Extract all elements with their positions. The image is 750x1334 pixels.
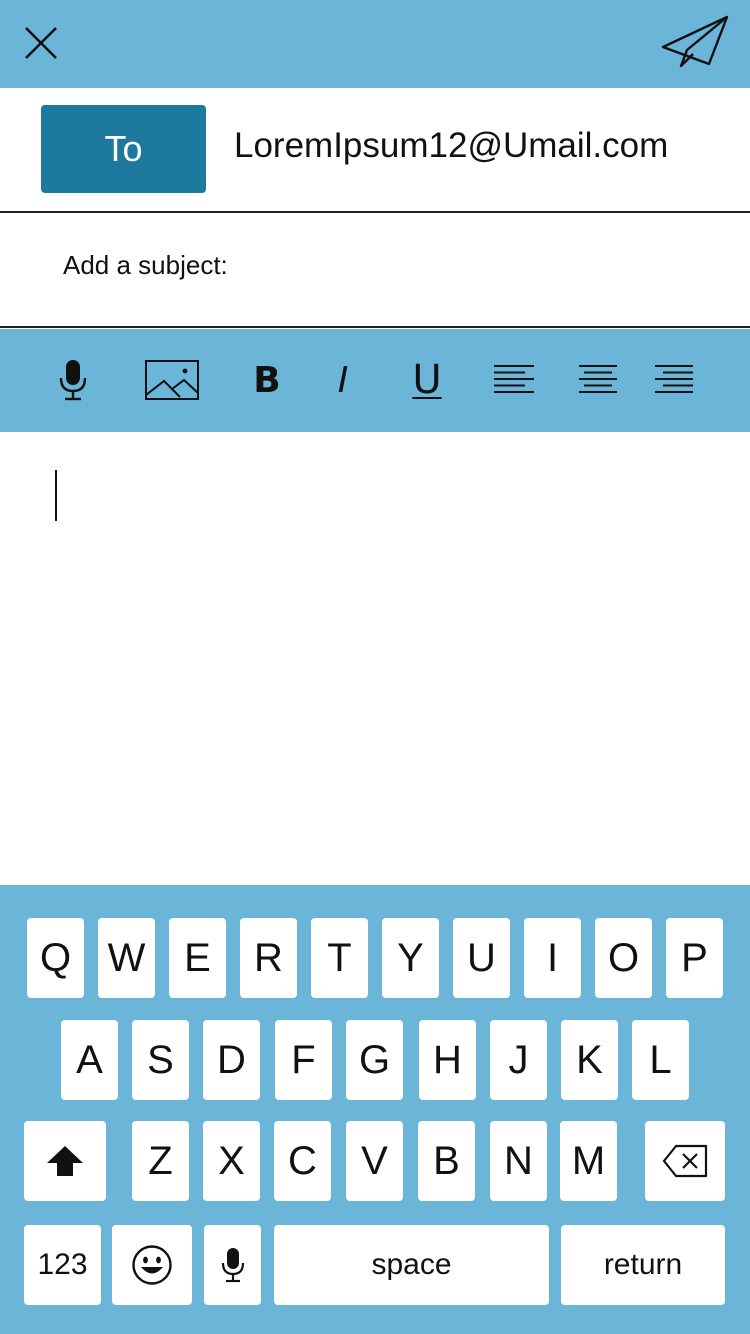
backspace-icon bbox=[662, 1144, 708, 1178]
send-icon bbox=[661, 15, 729, 68]
emoji-key[interactable] bbox=[112, 1225, 192, 1305]
text-caret bbox=[55, 470, 57, 521]
key-h[interactable]: H bbox=[419, 1020, 476, 1100]
key-t[interactable]: T bbox=[311, 918, 368, 998]
underline-button[interactable]: U bbox=[406, 351, 448, 409]
key-j[interactable]: J bbox=[490, 1020, 547, 1100]
shift-key[interactable] bbox=[24, 1121, 106, 1201]
key-x[interactable]: X bbox=[203, 1121, 260, 1201]
key-f[interactable]: F bbox=[275, 1020, 332, 1100]
key-k[interactable]: K bbox=[561, 1020, 618, 1100]
key-u[interactable]: U bbox=[453, 918, 510, 998]
key-n[interactable]: N bbox=[490, 1121, 547, 1201]
key-a[interactable]: A bbox=[61, 1020, 118, 1100]
key-s[interactable]: S bbox=[132, 1020, 189, 1100]
shift-arrow-icon bbox=[47, 1146, 83, 1176]
align-left-button[interactable] bbox=[492, 351, 536, 409]
bold-button[interactable]: B bbox=[248, 351, 286, 409]
formatting-toolbar: B I U bbox=[0, 329, 750, 432]
recipient-row: To LoremIpsum12@Umail.com bbox=[0, 88, 750, 213]
microphone-icon bbox=[59, 360, 87, 401]
key-w[interactable]: W bbox=[98, 918, 155, 998]
message-body-input[interactable] bbox=[0, 432, 750, 885]
align-center-button[interactable] bbox=[577, 351, 619, 409]
key-z[interactable]: Z bbox=[132, 1121, 189, 1201]
delete-key[interactable] bbox=[645, 1121, 725, 1201]
space-key[interactable]: space bbox=[274, 1225, 549, 1305]
close-button[interactable] bbox=[20, 22, 64, 66]
send-button[interactable] bbox=[660, 14, 732, 70]
key-d[interactable]: D bbox=[203, 1020, 260, 1100]
key-m[interactable]: M bbox=[560, 1121, 617, 1201]
numbers-key[interactable]: 123 bbox=[24, 1225, 101, 1305]
key-g[interactable]: G bbox=[346, 1020, 403, 1100]
to-button[interactable]: To bbox=[41, 105, 206, 193]
key-y[interactable]: Y bbox=[382, 918, 439, 998]
microphone-icon bbox=[221, 1248, 244, 1283]
key-l[interactable]: L bbox=[632, 1020, 689, 1100]
key-v[interactable]: V bbox=[346, 1121, 403, 1201]
key-e[interactable]: E bbox=[169, 918, 226, 998]
align-center-icon bbox=[579, 365, 617, 393]
key-q[interactable]: Q bbox=[27, 918, 84, 998]
return-key[interactable]: return bbox=[561, 1225, 725, 1305]
emoji-smiley-icon bbox=[132, 1245, 172, 1285]
dictation-key[interactable] bbox=[204, 1225, 261, 1305]
align-left-icon bbox=[494, 365, 534, 393]
key-o[interactable]: O bbox=[595, 918, 652, 998]
key-p[interactable]: P bbox=[666, 918, 723, 998]
key-i[interactable]: I bbox=[524, 918, 581, 998]
keyboard: Q W E R T Y U I O P A S D F G H J K L Z … bbox=[0, 885, 750, 1334]
subject-input[interactable]: Add a subject: bbox=[63, 250, 228, 281]
subject-row: Add a subject: bbox=[0, 214, 750, 328]
close-icon bbox=[25, 27, 57, 59]
align-right-button[interactable] bbox=[653, 351, 695, 409]
insert-image-button[interactable] bbox=[143, 351, 201, 409]
top-bar bbox=[0, 0, 750, 88]
image-icon bbox=[145, 360, 199, 400]
align-right-icon bbox=[655, 365, 693, 393]
italic-button[interactable]: I bbox=[328, 351, 358, 409]
key-c[interactable]: C bbox=[274, 1121, 331, 1201]
recipient-email-field[interactable]: LoremIpsum12@Umail.com bbox=[234, 126, 668, 166]
key-b[interactable]: B bbox=[418, 1121, 475, 1201]
key-r[interactable]: R bbox=[240, 918, 297, 998]
microphone-button[interactable] bbox=[53, 351, 93, 409]
